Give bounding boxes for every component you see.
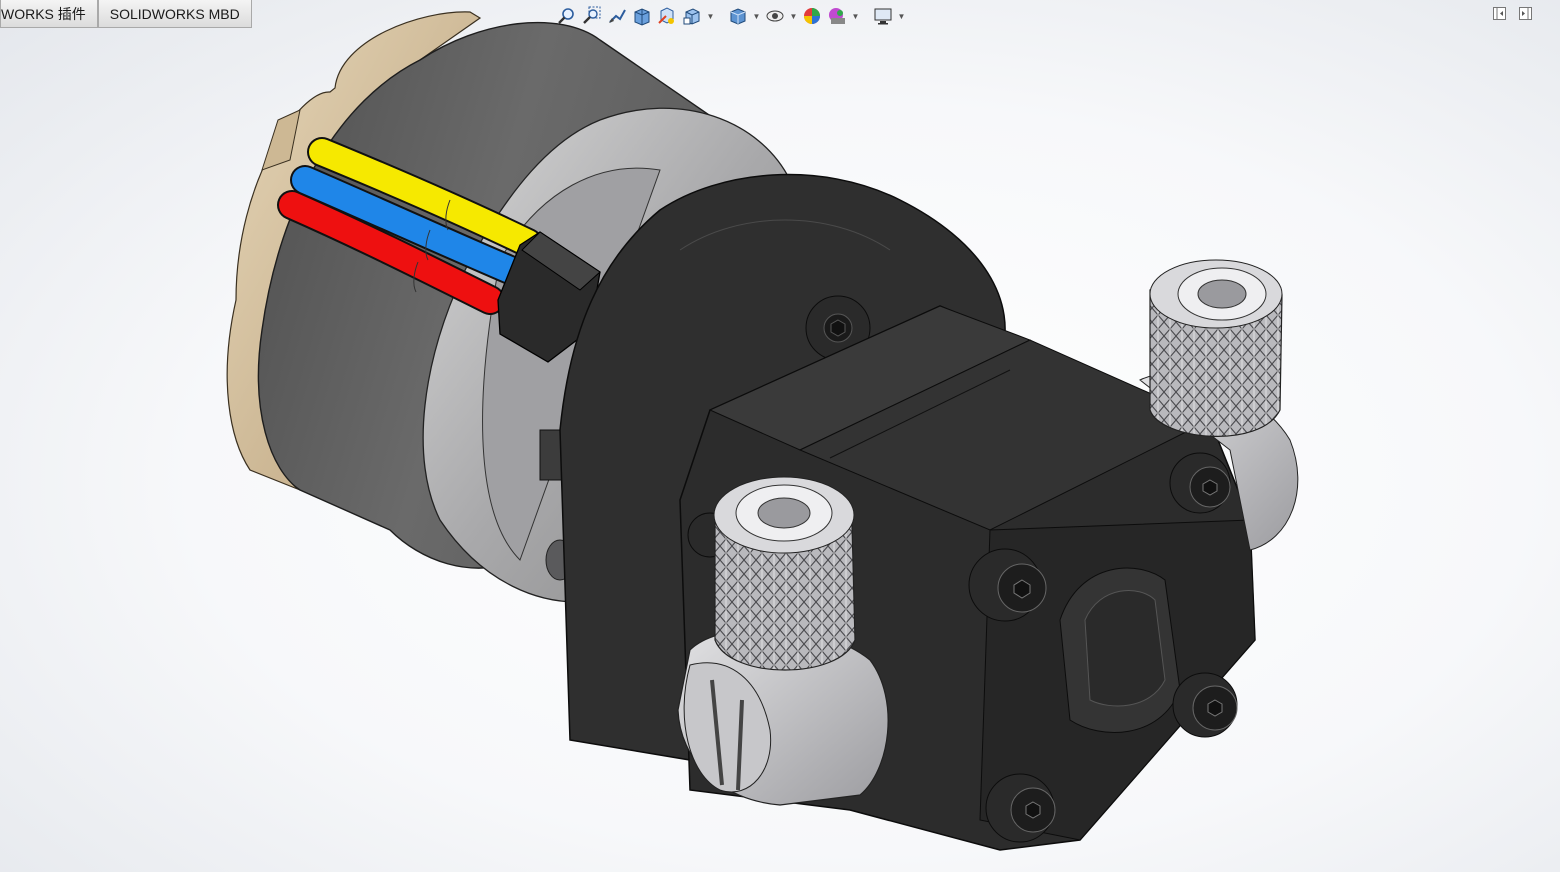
screw[interactable] (985, 773, 1056, 843)
screw[interactable] (1169, 452, 1231, 514)
screw[interactable] (1172, 672, 1238, 738)
graphics-area[interactable] (0, 0, 1560, 872)
